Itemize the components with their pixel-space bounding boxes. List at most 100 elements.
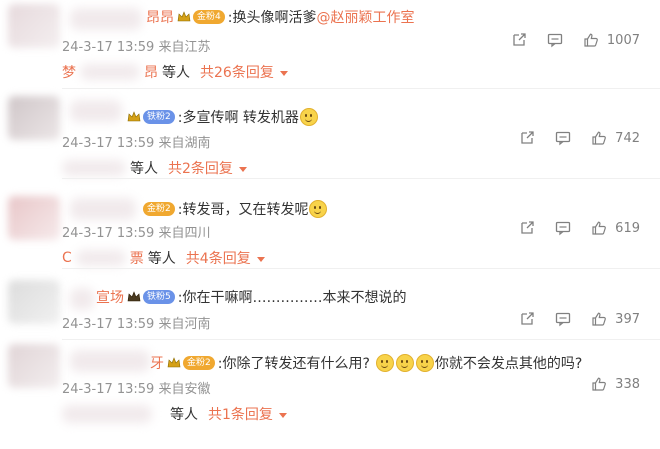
share-icon xyxy=(521,312,534,325)
avatar[interactable] xyxy=(8,96,60,140)
reply-username-blurred xyxy=(80,64,140,80)
comment-item: 金粉2 :转发哥，又在转发呢 24-3-17 13:59 来自四川 619 C … xyxy=(0,180,660,269)
thumbs-up-icon xyxy=(592,131,607,145)
reply-etc-label: 等人 xyxy=(162,65,190,81)
like-count: 338 xyxy=(615,376,640,392)
share-icon xyxy=(521,131,534,144)
avatar[interactable] xyxy=(8,280,60,324)
divider xyxy=(62,88,660,89)
reply-summary[interactable]: 梦 昂 等人 共26条回复 xyxy=(62,62,288,82)
caret-down-icon xyxy=(238,166,247,172)
fan-badge: 金粉4 xyxy=(193,10,225,24)
reply-username[interactable]: C xyxy=(62,250,72,266)
reply-username[interactable]: 梦 xyxy=(62,62,76,82)
reply-username-blurred xyxy=(75,250,126,266)
smile-emoji-icon xyxy=(395,354,414,372)
fan-badge: 金粉2 xyxy=(183,356,215,370)
like-button[interactable]: 742 xyxy=(591,130,640,146)
comment-meta: 24-3-17 13:59 来自江苏 xyxy=(62,40,211,55)
reply-count-link[interactable]: 共1条回复 xyxy=(208,404,273,424)
comment-actions: 338 xyxy=(571,376,640,392)
like-count: 397 xyxy=(615,311,640,327)
share-button[interactable] xyxy=(519,311,535,327)
thumbs-up-icon xyxy=(592,377,607,391)
thumbs-up-icon xyxy=(584,33,598,47)
share-button[interactable] xyxy=(519,130,535,146)
reply-etc-label: 等人 xyxy=(130,161,158,177)
like-button[interactable]: 397 xyxy=(591,311,640,327)
comment-text: :你在干嘛啊……………本来不想说的 xyxy=(177,290,407,306)
username[interactable]: 昂昂 xyxy=(146,7,174,27)
reply-username[interactable]: 票 xyxy=(130,248,144,268)
crown-icon xyxy=(127,110,141,124)
comment-item: 牙 金粉2 :你除了转发还有什么用? 你就不会发点其他的吗? 24-3-17 1… xyxy=(0,340,660,449)
fan-badge: 铁粉2 xyxy=(143,110,175,124)
comment-icon xyxy=(556,312,571,327)
share-icon xyxy=(521,221,534,234)
avatar[interactable] xyxy=(8,344,60,388)
crown-icon xyxy=(177,10,191,24)
comment-icon xyxy=(556,221,571,236)
comment-text: :转发哥，又在转发呢 xyxy=(177,202,309,218)
share-button[interactable] xyxy=(519,220,535,236)
sly-emoji-icon xyxy=(309,200,328,218)
reply-username-blurred xyxy=(62,160,126,176)
reply-summary[interactable]: C 票 等人 共4条回复 xyxy=(62,248,265,268)
share-button[interactable] xyxy=(511,32,527,48)
avatar[interactable] xyxy=(8,196,60,240)
like-button[interactable]: 338 xyxy=(591,376,640,392)
comment-item: 铁粉2 :多宣传啊 转发机器 24-3-17 13:59 来自湖南 742 等人… xyxy=(0,90,660,179)
comment-icon xyxy=(556,131,571,146)
smile-emoji-icon xyxy=(415,354,434,372)
comment-actions: 742 xyxy=(499,130,640,146)
reply-summary[interactable]: 等人 共2条回复 xyxy=(62,158,247,178)
comment-meta: 24-3-17 13:59 来自安徽 xyxy=(62,382,211,397)
username[interactable]: 牙 xyxy=(150,353,164,373)
like-count: 619 xyxy=(615,220,640,236)
like-count: 742 xyxy=(615,130,640,146)
reply-etc-label: 等人 xyxy=(170,407,198,423)
comment-button[interactable] xyxy=(555,220,571,236)
reply-count-link[interactable]: 共2条回复 xyxy=(168,158,233,178)
comment-text: :你除了转发还有什么用? xyxy=(217,356,370,372)
username[interactable]: 宣场 xyxy=(96,287,124,307)
caret-down-icon xyxy=(256,256,265,262)
smile-emoji-icon xyxy=(299,108,318,126)
like-button[interactable]: 1007 xyxy=(583,32,640,48)
like-count: 1007 xyxy=(606,32,640,48)
reply-count-link[interactable]: 共26条回复 xyxy=(200,62,274,82)
smile-emoji-icon xyxy=(375,354,394,372)
reply-summary[interactable]: 等人 共1条回复 xyxy=(62,404,287,424)
username-blurred[interactable] xyxy=(70,350,150,372)
comment-actions: 397 xyxy=(499,311,640,327)
username-blurred[interactable] xyxy=(70,198,136,220)
username-blurred[interactable] xyxy=(70,288,94,310)
comment-text-continued: 你就不会发点其他的吗? xyxy=(434,356,583,372)
fan-badge: 金粉2 xyxy=(143,202,175,216)
like-button[interactable]: 619 xyxy=(591,220,640,236)
username-blurred[interactable] xyxy=(70,8,142,30)
comment-meta: 24-3-17 13:59 来自河南 xyxy=(62,317,211,332)
comment-text: :多宣传啊 转发机器 xyxy=(177,110,299,126)
fan-badge: 铁粉5 xyxy=(143,290,175,304)
comment-button[interactable] xyxy=(555,311,571,327)
comment-actions: 619 xyxy=(499,220,640,236)
reply-username[interactable]: 昂 xyxy=(144,62,158,82)
comment-item: 宣场 铁粉5 :你在干嘛啊……………本来不想说的 24-3-17 13:59 来… xyxy=(0,270,660,340)
mention-link[interactable]: @赵丽颖工作室 xyxy=(316,10,414,26)
comment-item: 昂昂 金粉4 :换头像啊活爹@赵丽颖工作室 24-3-17 13:59 来自江苏… xyxy=(0,0,660,89)
share-icon xyxy=(513,33,526,46)
comment-meta: 24-3-17 13:59 来自湖南 xyxy=(62,136,211,151)
divider xyxy=(62,178,660,179)
comment-icon xyxy=(547,33,563,48)
username-blurred[interactable] xyxy=(70,100,122,122)
comment-button[interactable] xyxy=(555,130,571,146)
crown-icon xyxy=(167,356,181,370)
avatar[interactable] xyxy=(8,4,60,48)
crown-icon xyxy=(127,290,141,304)
divider xyxy=(62,268,660,269)
comment-button[interactable] xyxy=(547,32,563,48)
caret-down-icon xyxy=(279,70,288,76)
caret-down-icon xyxy=(278,412,287,418)
reply-count-link[interactable]: 共4条回复 xyxy=(186,248,251,268)
